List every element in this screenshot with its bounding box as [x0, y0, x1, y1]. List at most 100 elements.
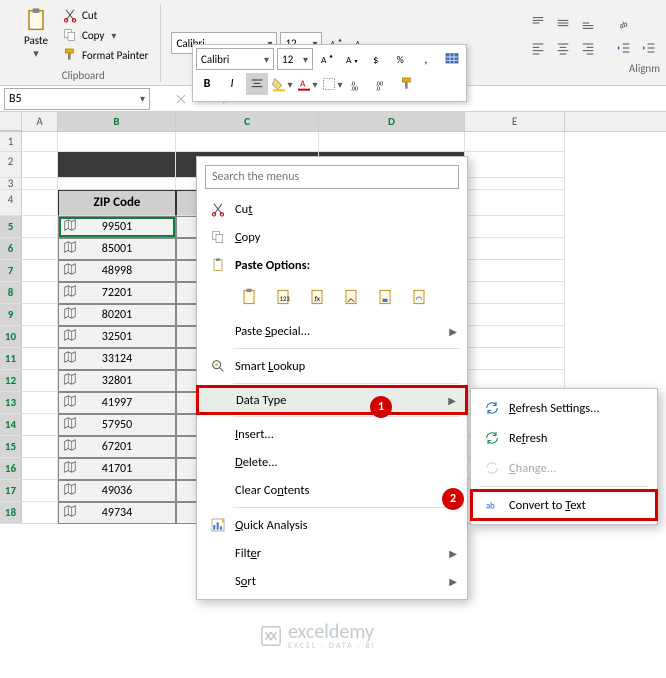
mini-borders-icon[interactable]: ▾ [321, 73, 343, 95]
svg-text:A: A [300, 78, 306, 90]
zip-cell[interactable]: 85001 [58, 238, 176, 260]
mini-align-center-icon[interactable] [246, 73, 268, 95]
ctx-paste-special[interactable]: Paste Special...▶ [197, 317, 467, 345]
mini-increase-font-icon[interactable]: A▲ [316, 48, 338, 70]
cancel-icon[interactable] [174, 92, 188, 106]
geography-icon [63, 217, 77, 237]
context-search-input[interactable] [205, 165, 459, 189]
ctx-filter[interactable]: Filter▶ [197, 539, 467, 567]
name-box[interactable]: B5▾ [4, 88, 150, 110]
mini-decrease-decimal-icon[interactable]: .00.0 [371, 73, 393, 95]
mini-accounting-icon[interactable]: $ [366, 48, 388, 70]
col-header[interactable]: C [176, 112, 319, 131]
svg-text:A: A [321, 54, 327, 66]
geography-icon [63, 393, 77, 413]
mini-decrease-font-icon[interactable]: A▼ [341, 48, 363, 70]
mini-table-icon[interactable] [441, 48, 463, 70]
zip-cell[interactable]: 41701 [58, 458, 176, 480]
zip-cell[interactable]: 32801 [58, 370, 176, 392]
svg-text:A: A [346, 54, 352, 66]
align-left-icon[interactable] [527, 37, 549, 59]
annotation-badge-1: 1 [370, 396, 392, 418]
svg-text:,: , [424, 53, 427, 67]
mini-font-name[interactable]: Calibri▾ [196, 48, 274, 70]
copy-button[interactable]: Copy▾ [58, 26, 152, 44]
svg-text:▲: ▲ [328, 54, 333, 60]
svg-text:ab: ab [486, 501, 495, 511]
paste-link-icon[interactable] [405, 283, 433, 311]
zip-cell[interactable]: 33124 [58, 348, 176, 370]
svg-text:ab: ab [618, 19, 629, 31]
mini-increase-decimal-icon[interactable]: .0.00 [346, 73, 368, 95]
zip-cell[interactable]: 32501 [58, 326, 176, 348]
data-type-submenu: Refresh Settings... Refresh Change... ab… [470, 388, 658, 525]
mini-font-size[interactable]: 12▾ [277, 48, 313, 70]
zip-cell[interactable]: 57950 [58, 414, 176, 436]
geography-icon [63, 261, 77, 281]
mini-fill-color-icon[interactable]: ▾ [271, 73, 293, 95]
align-bottom-icon[interactable] [577, 12, 599, 34]
zip-cell[interactable]: 49036 [58, 480, 176, 502]
ctx-clear-contents[interactable]: Clear Contents [197, 476, 467, 504]
geography-icon [63, 371, 77, 391]
mini-font-color-icon[interactable]: A▾ [296, 73, 318, 95]
zip-cell[interactable]: 80201 [58, 304, 176, 326]
paste-button[interactable]: Paste ▾ [14, 4, 58, 64]
geography-icon [63, 349, 77, 369]
paste-formatting-icon[interactable] [371, 283, 399, 311]
cut-button[interactable]: Cut [58, 6, 152, 24]
increase-indent-icon[interactable] [638, 37, 660, 59]
geography-icon [63, 415, 77, 435]
paste-transpose-icon[interactable] [337, 283, 365, 311]
ctx-quick-analysis[interactable]: Quick Analysis [197, 511, 467, 539]
ctx-copy[interactable]: Copy [197, 223, 467, 251]
clipboard-group-label: Clipboard [14, 69, 152, 82]
svg-text:fx: fx [315, 295, 321, 304]
col-header[interactable]: D [319, 112, 465, 131]
mini-toolbar: Calibri▾ 12▾ A▲ A▼ $ % , B I ▾ A▾ ▾ .0.0… [192, 44, 467, 102]
sub-refresh-settings[interactable]: Refresh Settings... [471, 393, 657, 423]
sub-refresh[interactable]: Refresh [471, 423, 657, 453]
format-painter-button[interactable]: Format Painter [58, 46, 152, 64]
paste-values-icon[interactable]: 123 [269, 283, 297, 311]
svg-text:.00: .00 [350, 85, 358, 92]
ctx-data-type[interactable]: Data Type▶ [197, 386, 467, 414]
watermark: exceldemy EXCEL · DATA · BI [260, 620, 376, 651]
align-top-icon[interactable] [527, 12, 549, 34]
svg-text:%: % [397, 53, 404, 66]
zip-cell[interactable]: 41997 [58, 392, 176, 414]
align-middle-icon[interactable] [552, 12, 574, 34]
sub-convert-to-text[interactable]: ab Convert to Text [471, 490, 657, 520]
geography-icon [63, 437, 77, 457]
zip-cell[interactable]: 72201 [58, 282, 176, 304]
mini-percent-icon[interactable]: % [391, 48, 413, 70]
mini-italic-icon[interactable]: I [221, 73, 243, 95]
col-header[interactable]: B [58, 112, 176, 131]
geography-icon [63, 459, 77, 479]
paste-icon[interactable] [235, 283, 263, 311]
zip-cell[interactable]: 67201 [58, 436, 176, 458]
geography-icon [63, 305, 77, 325]
geography-icon [63, 283, 77, 303]
zip-cell[interactable]: 48998 [58, 260, 176, 282]
svg-text:▲: ▲ [338, 38, 343, 44]
paste-formulas-icon[interactable]: fx [303, 283, 331, 311]
mini-bold-icon[interactable]: B [196, 73, 218, 95]
ctx-cut[interactable]: Cut [197, 195, 467, 223]
ctx-sort[interactable]: Sort▶ [197, 567, 467, 595]
zip-cell[interactable]: 99501 [58, 216, 176, 238]
decrease-indent-icon[interactable] [613, 37, 635, 59]
ctx-insert[interactable]: Insert... [197, 420, 467, 448]
mini-comma-icon[interactable]: , [416, 48, 438, 70]
ctx-smart-lookup[interactable]: Smart Lookup [197, 352, 467, 380]
col-header[interactable]: A [22, 112, 58, 131]
align-right-icon[interactable] [577, 37, 599, 59]
ctx-delete[interactable]: Delete... [197, 448, 467, 476]
mini-format-painter-icon[interactable] [396, 73, 418, 95]
align-center-icon[interactable] [552, 37, 574, 59]
ctx-paste-options-label: Paste Options: [197, 251, 467, 279]
context-menu: Cut Copy Paste Options: 123 fx Paste Spe… [196, 156, 468, 600]
orientation-icon[interactable]: ab [613, 12, 635, 34]
col-header[interactable]: E [465, 112, 565, 131]
zip-cell[interactable]: 49734 [58, 502, 176, 524]
